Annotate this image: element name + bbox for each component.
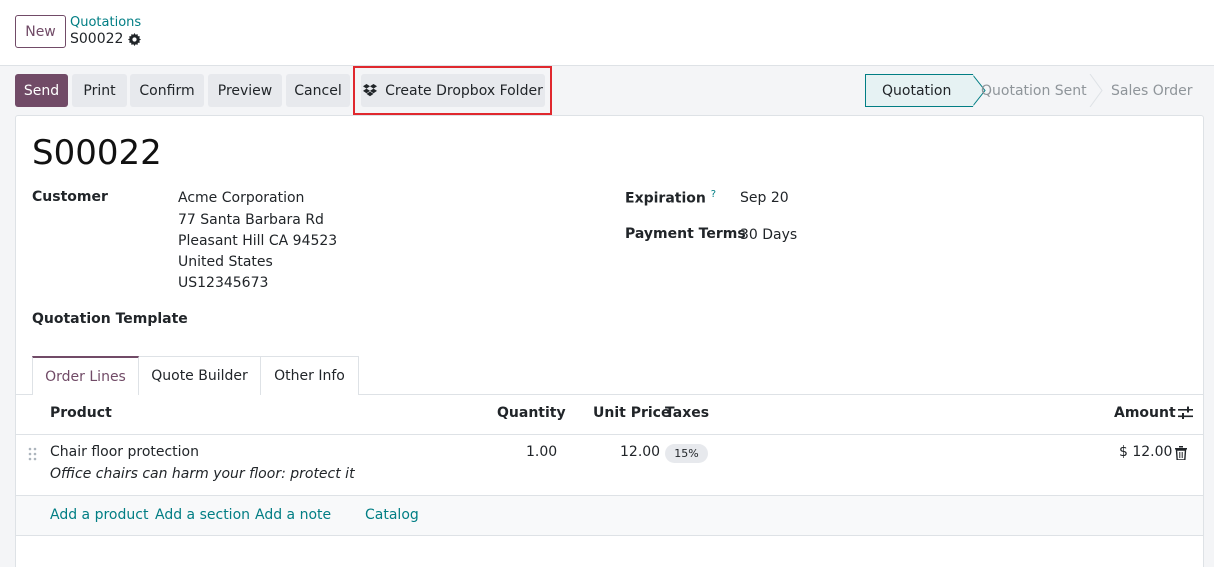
customer-country: United States xyxy=(178,254,273,270)
breadcrumb-quotations[interactable]: Quotations xyxy=(70,15,141,30)
dropbox-icon xyxy=(363,84,378,97)
new-button[interactable]: New xyxy=(15,15,66,48)
row-product-name[interactable]: Chair floor protection xyxy=(50,444,199,460)
col-header-product[interactable]: Product xyxy=(50,405,112,421)
create-dropbox-folder-button[interactable]: Create Dropbox Folder xyxy=(361,74,545,107)
tab-quote-builder[interactable]: Quote Builder xyxy=(139,356,261,395)
status-bar: Quotation Quotation Sent Sales Order xyxy=(865,74,1205,107)
cancel-button[interactable]: Cancel xyxy=(286,74,350,107)
sliders-icon[interactable] xyxy=(1178,406,1193,420)
control-panel: New Quotations S00022 xyxy=(0,0,1214,66)
add-product-link[interactable]: Add a product xyxy=(50,507,148,523)
quotation-template-label: Quotation Template xyxy=(32,311,188,327)
row-unit-price[interactable]: 12.00 xyxy=(620,444,660,460)
customer-street: 77 Santa Barbara Rd xyxy=(178,212,324,228)
record-name-label: S00022 xyxy=(70,31,124,47)
payment-terms-field[interactable]: 30 Days xyxy=(740,225,797,246)
help-icon[interactable]: ? xyxy=(711,189,716,200)
payment-terms-label: Payment Terms xyxy=(625,226,746,242)
add-section-link[interactable]: Add a section xyxy=(155,507,250,523)
stage-chevron-2 xyxy=(1089,74,1103,107)
send-button[interactable]: Send xyxy=(15,74,68,107)
tab-other-info[interactable]: Other Info xyxy=(261,356,359,395)
add-row-divider xyxy=(16,535,1203,536)
drag-handle-icon[interactable] xyxy=(28,447,37,461)
customer-label: Customer xyxy=(32,189,108,205)
stage-sales-order[interactable]: Sales Order xyxy=(1111,74,1193,107)
col-header-taxes[interactable]: Taxes xyxy=(665,405,709,421)
customer-city: Pleasant Hill CA 94523 xyxy=(178,233,338,249)
order-title: S00022 xyxy=(32,133,162,173)
col-header-quantity[interactable]: Quantity xyxy=(497,405,566,421)
expiration-label: Expiration ? xyxy=(625,189,716,207)
print-button[interactable]: Print xyxy=(72,74,127,107)
confirm-button[interactable]: Confirm xyxy=(130,74,204,107)
customer-vat: US12345673 xyxy=(178,275,269,291)
row-amount: $ 12.00 xyxy=(1119,444,1173,460)
tab-order-lines[interactable]: Order Lines xyxy=(32,356,139,395)
stage-quotation[interactable]: Quotation xyxy=(865,74,973,107)
preview-button[interactable]: Preview xyxy=(208,74,282,107)
row-product-description: Office chairs can harm your floor: prote… xyxy=(50,466,355,482)
tax-badge[interactable]: 15% xyxy=(665,444,708,463)
dropbox-button-label: Create Dropbox Folder xyxy=(385,82,543,99)
col-header-unit-price[interactable]: Unit Price xyxy=(593,405,670,421)
row-quantity[interactable]: 1.00 xyxy=(526,444,557,460)
catalog-link[interactable]: Catalog xyxy=(365,507,419,523)
add-note-link[interactable]: Add a note xyxy=(255,507,331,523)
trash-icon[interactable] xyxy=(1175,446,1187,460)
col-header-amount[interactable]: Amount xyxy=(1114,405,1176,421)
customer-name[interactable]: Acme Corporation xyxy=(178,188,304,209)
gear-icon[interactable] xyxy=(128,32,142,46)
stage-quotation-sent[interactable]: Quotation Sent xyxy=(981,74,1087,107)
breadcrumb-current: S00022 xyxy=(70,31,142,47)
expiration-field[interactable]: Sep 20 xyxy=(740,188,789,209)
expiration-label-text: Expiration xyxy=(625,190,706,207)
